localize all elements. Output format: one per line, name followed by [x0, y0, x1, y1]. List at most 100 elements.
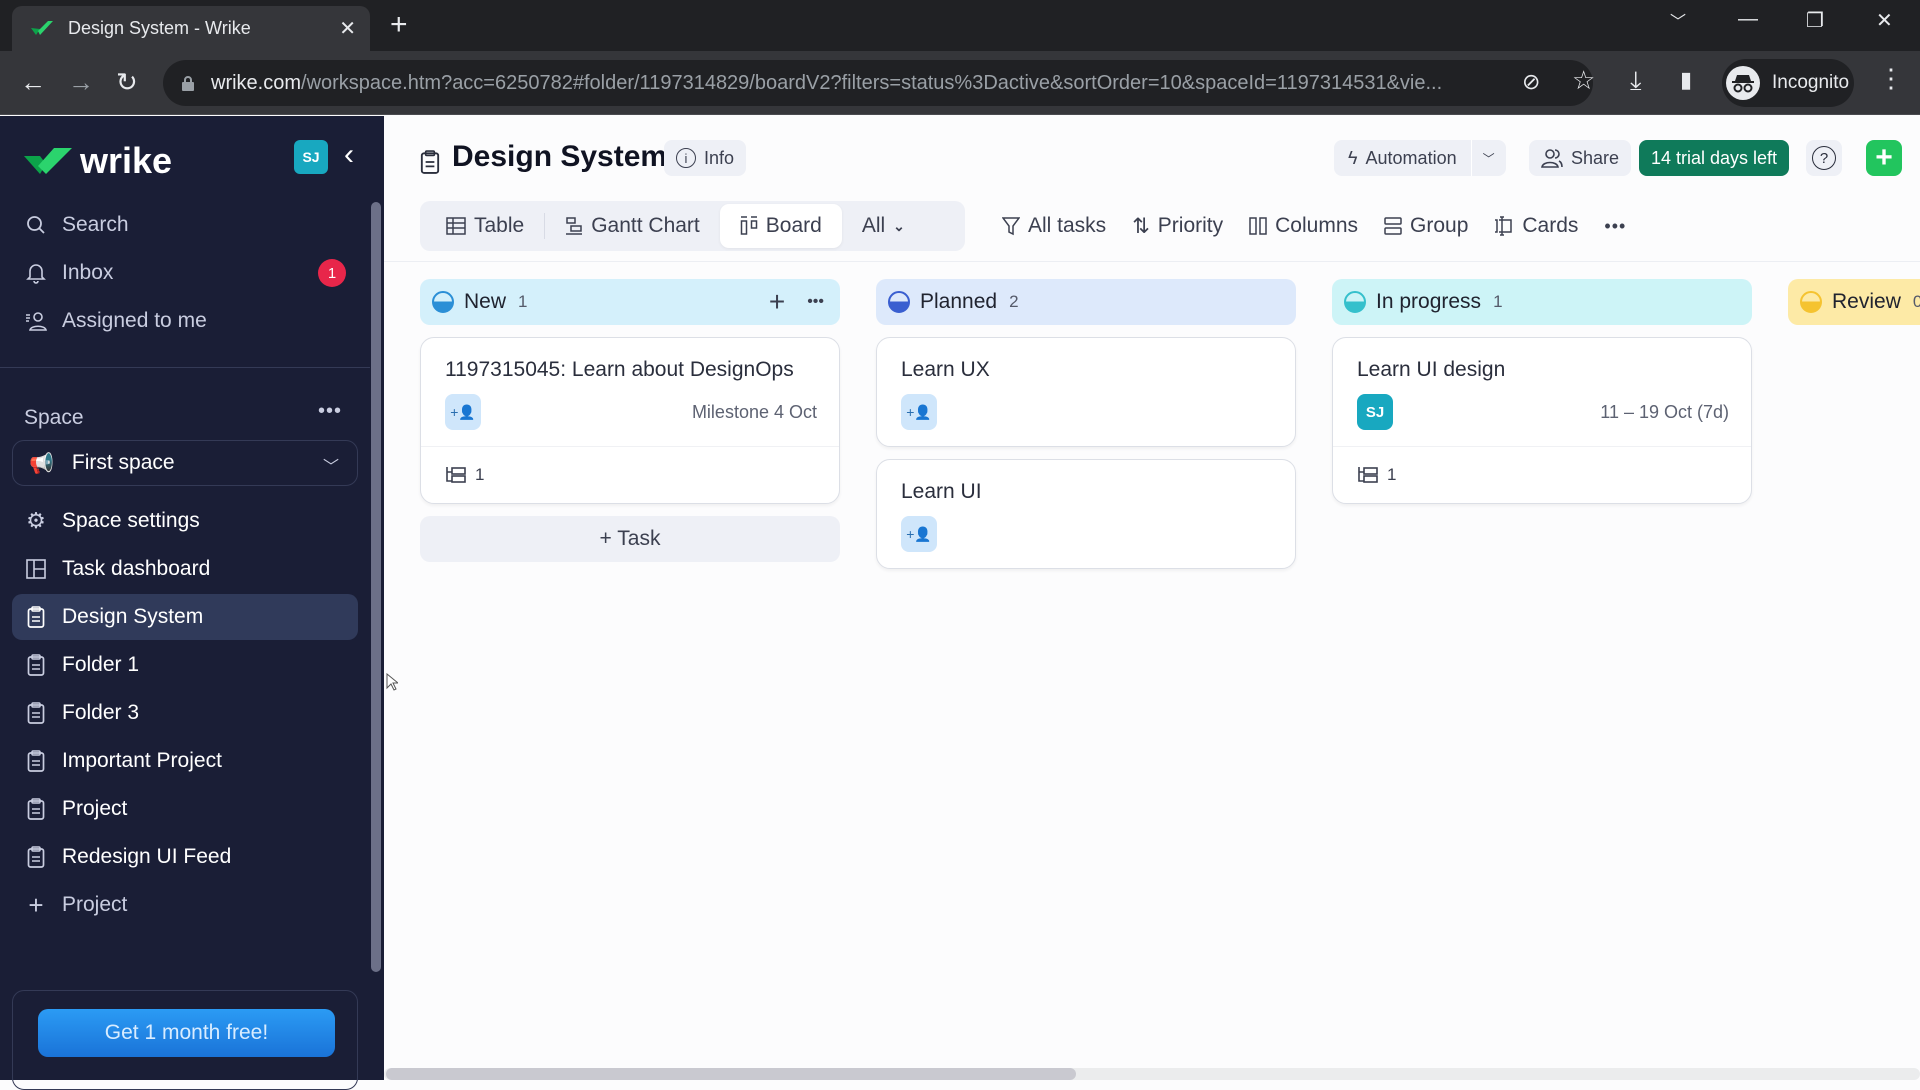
board-column-planned: Planned 2 Learn UX +👤 Learn UI +👤 [876, 279, 1296, 569]
sidebar-item-inbox[interactable]: Inbox 1 [12, 250, 358, 296]
board-column-review: Review 0 [1788, 279, 1920, 325]
sidebar-item-project[interactable]: Project [12, 786, 358, 832]
add-assignee-icon[interactable]: +👤 [901, 516, 937, 552]
browser-tab[interactable]: Design System - Wrike ✕ [12, 6, 370, 51]
new-tab-button[interactable]: + [390, 10, 408, 40]
column-more-icon[interactable]: ••• [807, 293, 824, 311]
sidebar-item-design-system[interactable]: Design System [12, 594, 358, 640]
sidebar-item-search[interactable]: Search [12, 202, 358, 248]
restore-icon[interactable]: ❐ [1806, 8, 1824, 33]
minimize-icon[interactable]: — [1738, 8, 1758, 31]
task-card[interactable]: Learn UX +👤 [876, 337, 1296, 447]
scrollbar-thumb[interactable] [386, 1068, 1076, 1080]
sidebar-item-label: Search [62, 213, 129, 236]
add-project-button[interactable]: + Project [12, 882, 358, 928]
sort-priority-button[interactable]: ⇅ Priority [1132, 214, 1223, 239]
board-horizontal-scrollbar[interactable] [384, 1068, 1920, 1080]
help-button[interactable]: ? [1806, 140, 1842, 176]
group-button[interactable]: Group [1384, 214, 1468, 238]
tab-board[interactable]: Board [719, 204, 842, 248]
tab-gantt-chart[interactable]: Gantt Chart [545, 204, 720, 248]
cards-button[interactable]: Cards [1494, 214, 1578, 238]
add-task-button[interactable]: + Task [420, 516, 840, 562]
back-icon[interactable]: ← [20, 65, 46, 99]
share-button[interactable]: Share [1529, 140, 1632, 176]
filter-all-tasks-button[interactable]: All tasks [1002, 214, 1106, 238]
address-bar[interactable]: wrike.com/workspace.htm?acc=6250782#fold… [163, 60, 1593, 106]
sidebar-item-folder-1[interactable]: Folder 1 [12, 642, 358, 688]
sidebar-item-label: Folder 3 [62, 701, 140, 724]
status-planned-icon [888, 291, 910, 313]
collapse-sidebar-icon[interactable]: ‹ [344, 138, 354, 172]
side-panel-icon[interactable]: ▮ [1680, 67, 1692, 93]
column-header[interactable]: New 1 + ••• [420, 279, 840, 325]
space-more-icon[interactable]: ••• [318, 400, 342, 423]
browser-menu-icon[interactable]: ⋮ [1878, 63, 1904, 94]
automation-button[interactable]: ϟ Automation ﹀ [1334, 140, 1506, 176]
create-new-button[interactable]: + [1866, 140, 1902, 176]
automation-dropdown-icon[interactable]: ﹀ [1472, 150, 1506, 167]
add-project-label: Project [62, 893, 128, 916]
sidebar-item-folder-3[interactable]: Folder 3 [12, 690, 358, 736]
view-switcher: Table Gantt Chart Board All ⌄ [420, 201, 965, 251]
incognito-profile[interactable]: Incognito [1722, 59, 1854, 107]
column-header[interactable]: Planned 2 [876, 279, 1296, 325]
toolbar-divider [384, 261, 1920, 262]
gantt-icon [566, 217, 583, 235]
add-assignee-icon[interactable]: +👤 [445, 394, 481, 430]
column-header[interactable]: In progress 1 [1332, 279, 1752, 325]
sidebar-item-important-project[interactable]: Important Project [12, 738, 358, 784]
sidebar-item-space-settings[interactable]: ⚙ Space settings [12, 498, 358, 544]
assignee-avatar[interactable]: SJ [1357, 394, 1393, 430]
info-button[interactable]: i Info [664, 140, 747, 176]
eye-off-icon[interactable]: ⊘ [1522, 69, 1540, 95]
task-card[interactable]: Learn UI +👤 [876, 459, 1296, 569]
column-header[interactable]: Review 0 [1788, 279, 1920, 325]
chevron-down-icon: ⌄ [893, 217, 905, 234]
sidebar-item-task-dashboard[interactable]: Task dashboard [12, 546, 358, 592]
tab-label: All [861, 214, 886, 237]
board-icon [740, 216, 758, 235]
tab-title: Design System - Wrike [68, 18, 251, 38]
close-window-icon[interactable]: ✕ [1876, 8, 1893, 33]
space-selector[interactable]: 📢 First space ﹀ [12, 440, 358, 486]
tab-search-icon[interactable]: ﹀ [1670, 8, 1686, 32]
sidebar-item-label: Important Project [62, 749, 222, 772]
reload-icon[interactable]: ↻ [116, 65, 138, 99]
incognito-icon [1726, 66, 1760, 100]
columns-button[interactable]: Columns [1249, 214, 1358, 238]
add-assignee-icon[interactable]: +👤 [901, 394, 937, 430]
column-name: Planned [920, 290, 998, 313]
task-date: Milestone 4 Oct [691, 401, 817, 422]
column-count: 1 [518, 292, 528, 311]
clipboard-icon [24, 845, 48, 869]
columns-icon [1249, 217, 1267, 235]
wrike-logo[interactable]: wrike [24, 140, 172, 182]
tab-label: Gantt Chart [591, 214, 700, 237]
browser-toolbar: ← → ↻ wrike.com/workspace.htm?acc=625078… [0, 51, 1920, 115]
clipboard-icon [24, 605, 48, 629]
more-options-icon[interactable]: ••• [1604, 216, 1626, 237]
users-icon [1541, 149, 1563, 168]
user-avatar[interactable]: SJ [294, 140, 328, 174]
close-tab-icon[interactable]: ✕ [339, 16, 356, 41]
sidebar-item-assigned[interactable]: Assigned to me [12, 298, 358, 344]
promo-panel: Get 1 month free! [12, 990, 358, 1090]
inbox-badge: 1 [318, 259, 346, 287]
sidebar-item-label: Assigned to me [62, 309, 207, 332]
sidebar: wrike SJ ‹ Search Inbox 1 Assigned to me… [0, 116, 384, 1090]
download-icon[interactable]: ⤓ [1630, 65, 1642, 97]
task-card[interactable]: Learn UI design SJ 11 – 19 Oct (7d) 1 [1332, 337, 1752, 504]
task-card[interactable]: 1197315045: Learn about DesignOps +👤 Mil… [420, 337, 840, 504]
sidebar-scrollbar[interactable] [371, 202, 381, 972]
tab-table[interactable]: Table [426, 204, 544, 248]
sidebar-item-redesign-ui-feed[interactable]: Redesign UI Feed [12, 834, 358, 880]
forward-icon[interactable]: → [68, 65, 94, 99]
get-month-free-button[interactable]: Get 1 month free! [38, 1009, 335, 1057]
star-icon[interactable]: ☆ [1572, 65, 1595, 96]
add-task-icon[interactable]: + [769, 286, 785, 318]
table-icon [446, 217, 466, 235]
view-filter-all-dropdown[interactable]: All ⌄ [842, 204, 925, 248]
column-count: 0 [1912, 292, 1920, 311]
trial-days-badge[interactable]: 14 trial days left [1639, 140, 1790, 176]
